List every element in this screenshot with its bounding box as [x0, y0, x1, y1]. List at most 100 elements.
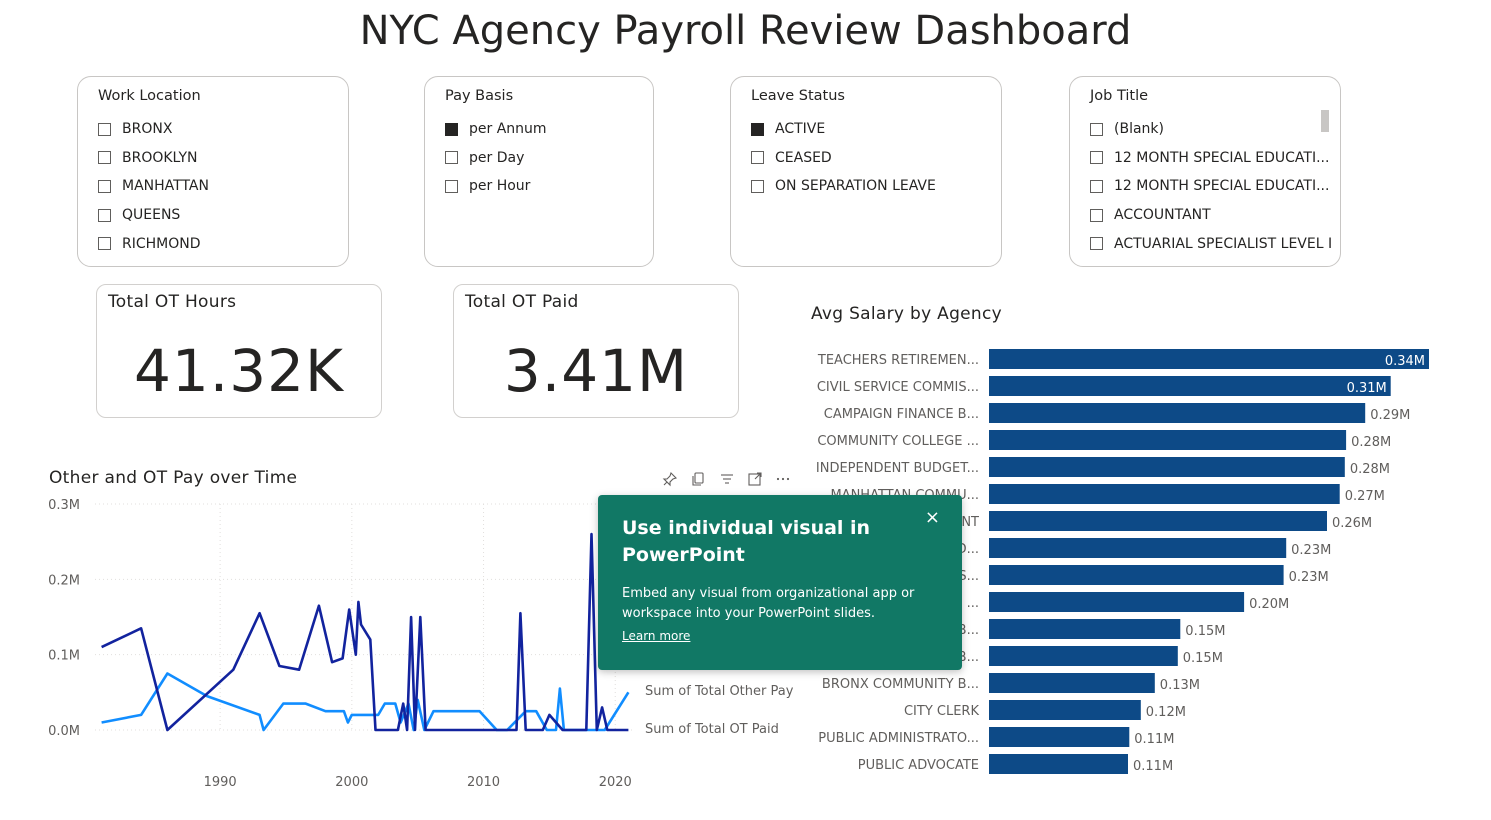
bar: [989, 403, 1366, 423]
checkbox[interactable]: [751, 151, 764, 165]
checkbox[interactable]: [98, 179, 111, 193]
slicer-item-label: MANHATTAN: [122, 178, 209, 195]
popup-title: Use individual visual in PowerPoint: [622, 517, 871, 566]
slicer-item-label: 12 MONTH SPECIAL EDUCATI...: [1114, 149, 1330, 166]
total-ot-paid-card: Total OT Paid 3.41M: [453, 284, 739, 418]
slicer-item[interactable]: per Hour: [445, 172, 547, 201]
slicer-item[interactable]: (Blank): [1090, 115, 1332, 144]
filter-icon[interactable]: [719, 471, 735, 487]
data-label: 0.34M: [1385, 354, 1425, 369]
copy-icon[interactable]: [691, 471, 707, 487]
slicer-item[interactable]: BROOKLYN: [98, 144, 209, 173]
learn-more-link[interactable]: Learn more: [622, 629, 690, 643]
card-value: 41.32K: [133, 337, 345, 405]
bar: [989, 592, 1245, 612]
slicer-item-label: BRONX: [122, 121, 173, 138]
bar: [989, 457, 1345, 477]
slicer-item[interactable]: MANHATTAN: [98, 172, 209, 201]
slicer-item-label: BROOKLYN: [122, 149, 198, 166]
line-chart-title: Other and OT Pay over Time: [49, 468, 298, 488]
checkbox[interactable]: [98, 151, 111, 165]
checkbox[interactable]: [1090, 208, 1103, 222]
slicer-item-label: ACCOUNTANT: [1114, 207, 1211, 224]
slicer-item[interactable]: QUEENS: [98, 201, 209, 230]
data-label: 0.28M: [1351, 435, 1391, 450]
slicer-item-label: (Blank): [1114, 121, 1164, 138]
slicer-item[interactable]: 12 MONTH SPECIAL EDUCATI...: [1090, 144, 1332, 173]
work-location-slicer: Work Location BRONX BROOKLYN MANHATTAN QUEE…: [77, 76, 349, 267]
y-tick-label: 0.0M: [48, 724, 80, 739]
category-label: BRONX COMMUNITY B...: [822, 677, 979, 692]
data-label: 0.29M: [1370, 408, 1410, 423]
pin-icon[interactable]: [662, 471, 678, 487]
slicer-item[interactable]: 12 MONTH SPECIAL EDUCATI...: [1090, 172, 1332, 201]
series-line-other-pay: [101, 672, 630, 732]
slicer-item[interactable]: ACTIVE: [751, 115, 936, 144]
legend-label-ot-paid: Sum of Total OT Paid: [645, 722, 779, 737]
checkbox[interactable]: [445, 122, 458, 136]
slicer-item[interactable]: ACCOUNTANT: [1090, 201, 1332, 230]
bar: [989, 376, 1391, 396]
checkbox[interactable]: [445, 179, 458, 193]
bar: [989, 727, 1130, 747]
job-title-scrollbar[interactable]: [1321, 110, 1329, 132]
checkbox[interactable]: [98, 122, 111, 136]
card-label: Total OT Hours: [108, 292, 237, 312]
slicer-item[interactable]: BRONX: [98, 115, 209, 144]
slicer-item-label: ON SEPARATION LEAVE: [775, 178, 936, 195]
checkbox[interactable]: [98, 208, 111, 222]
slicer-item[interactable]: per Annum: [445, 115, 547, 144]
bar: [989, 700, 1141, 720]
slicer-item-label: 12 MONTH SPECIAL EDUCATI...: [1114, 178, 1330, 195]
category-label: TEACHERS RETIREMEN...: [817, 353, 979, 368]
slicer-item[interactable]: CEASED: [751, 144, 936, 173]
job-title-slicer-header: Job Title: [1090, 88, 1149, 104]
dashboard-title: NYC Agency Payroll Review Dashboard: [359, 8, 1132, 54]
checkbox[interactable]: [1090, 179, 1103, 193]
close-icon[interactable]: ×: [925, 507, 940, 528]
category-label: PUBLIC ADVOCATE: [858, 758, 979, 773]
data-label: 0.20M: [1249, 597, 1289, 612]
checkbox[interactable]: [445, 151, 458, 165]
data-label: 0.15M: [1183, 651, 1223, 666]
card-value: 3.41M: [503, 337, 689, 405]
data-label: 0.12M: [1146, 705, 1186, 720]
leave-status-slicer: Leave Status ACTIVE CEASED ON SEPARATION L…: [730, 76, 1002, 267]
checkbox[interactable]: [751, 179, 764, 193]
data-label: 0.26M: [1332, 516, 1372, 531]
category-label: CIVIL SERVICE COMMIS...: [817, 380, 979, 395]
slicer-item[interactable]: RICHMOND: [98, 229, 209, 258]
slicer-item-label: RICHMOND: [122, 235, 201, 252]
slicer-item-label: ACTUARIAL SPECIALIST LEVEL I: [1114, 235, 1333, 252]
checkbox[interactable]: [98, 237, 111, 251]
data-label: 0.13M: [1160, 678, 1200, 693]
slicer-item[interactable]: ACTUARIAL SPECIALIST LEVEL I: [1090, 229, 1332, 258]
bar: [989, 565, 1284, 585]
checkbox[interactable]: [1090, 122, 1103, 136]
data-label: 0.28M: [1350, 462, 1390, 477]
bar: [989, 754, 1128, 774]
checkbox[interactable]: [1090, 151, 1103, 165]
bar: [989, 673, 1155, 693]
x-tick-label: 2020: [599, 775, 632, 790]
bar: [989, 619, 1181, 639]
more-options-icon[interactable]: [775, 471, 791, 487]
data-label: 0.11M: [1134, 732, 1174, 747]
x-tick-label: 2010: [467, 775, 500, 790]
total-ot-hours-card: Total OT Hours 41.32K: [96, 284, 382, 418]
y-tick-label: 0.1M: [48, 649, 80, 664]
focus-mode-icon[interactable]: [747, 471, 763, 487]
bar-chart-title: Avg Salary by Agency: [811, 304, 1003, 324]
popup-body: Embed any visual from organizational app…: [622, 586, 915, 621]
work-location-slicer-header: Work Location: [98, 88, 201, 104]
slicer-item[interactable]: per Day: [445, 144, 547, 173]
bar: [989, 349, 1429, 369]
slicer-item[interactable]: ON SEPARATION LEAVE: [751, 172, 936, 201]
data-label: 0.11M: [1133, 759, 1173, 774]
checkbox[interactable]: [751, 122, 764, 136]
bar: [989, 430, 1347, 450]
x-tick-label: 2000: [335, 775, 368, 790]
data-label: 0.23M: [1291, 543, 1331, 558]
checkbox[interactable]: [1090, 237, 1103, 251]
category-label: COMMUNITY COLLEGE ...: [817, 434, 979, 449]
